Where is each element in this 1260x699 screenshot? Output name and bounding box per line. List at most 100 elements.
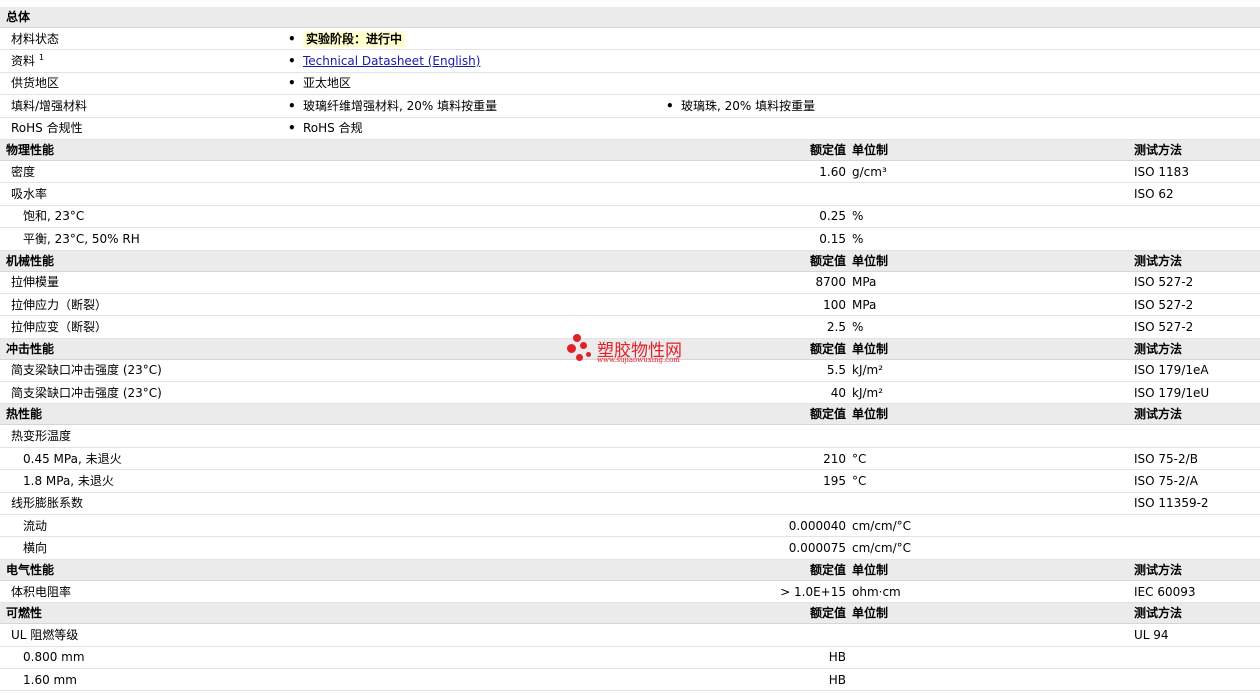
rohs-text: RoHS 合规 (303, 121, 363, 136)
property-value: 100 (823, 297, 846, 312)
property-value: 0.000075 (788, 541, 846, 556)
property-label: 1.8 MPa, 未退火 (23, 473, 114, 488)
test-method: ISO 527-2 (1134, 275, 1194, 290)
section-header-electrical: 电气性能 额定值 单位制 测试方法 (0, 559, 1260, 581)
filler-value-1: 玻璃纤维增强材料, 20% 填料按重量 (288, 99, 497, 113)
property-label: 1.60 mm (23, 672, 77, 687)
property-label: 吸水率 (11, 187, 48, 202)
section-header-thermal: 热性能 额定值 单位制 测试方法 (0, 404, 1260, 426)
section-header-flammability: 可燃性 额定值 单位制 测试方法 (0, 603, 1260, 625)
row-label: 供货地区 (11, 76, 60, 91)
section-title: 热性能 (6, 407, 43, 422)
property-label: 体积电阻率 (11, 584, 72, 599)
test-method: ISO 62 (1134, 187, 1174, 202)
section-header-physical: 物理性能 额定值 单位制 测试方法 (0, 139, 1260, 161)
column-header-unit: 单位制 (852, 253, 889, 268)
column-header-method: 测试方法 (1134, 253, 1183, 268)
test-method: UL 94 (1134, 627, 1169, 642)
column-header-method: 测试方法 (1134, 142, 1183, 157)
column-header-unit: 单位制 (852, 142, 889, 157)
filler-text-1: 玻璃纤维增强材料, 20% 填料按重量 (303, 98, 498, 113)
column-header-unit: 单位制 (852, 562, 889, 577)
watermark-url: www.sujiaowuxing.com (597, 356, 680, 364)
column-header-nominal: 额定值 (809, 606, 846, 621)
footnote-marker: 1 (38, 53, 44, 63)
property-label: UL 阻燃等级 (11, 627, 79, 642)
property-label: 流动 (23, 518, 48, 533)
test-method: ISO 179/1eU (1134, 385, 1210, 400)
logo-dot-icon (586, 352, 591, 357)
property-unit: g/cm³ (852, 164, 887, 179)
property-label: 拉伸应变（断裂） (11, 319, 108, 334)
row-rohs: RoHS 合规性 RoHS 合规 (0, 118, 1260, 140)
column-header-nominal: 额定值 (809, 142, 846, 157)
property-label: 简支梁缺口冲击强度 (23°C) (11, 363, 162, 378)
availability-text: 亚太地区 (303, 76, 352, 91)
property-value: 0.25 (819, 209, 846, 224)
row-availability: 供货地区 亚太地区 (0, 73, 1260, 96)
property-value: > 1.0E+15 (780, 584, 846, 599)
test-method: ISO 11359-2 (1134, 496, 1209, 511)
table-row: 线形膨胀系数 ISO 11359-2 (0, 493, 1260, 516)
property-label: 饱和, 23°C (23, 209, 85, 224)
property-value: 0.000040 (788, 518, 846, 533)
row-info: 资料 1 Technical Datasheet (English) (0, 50, 1260, 73)
info-value: Technical Datasheet (English) (288, 54, 480, 68)
property-value: 210 (823, 451, 846, 466)
property-label: 拉伸模量 (11, 275, 60, 290)
property-unit: MPa (852, 275, 877, 290)
row-label: RoHS 合规性 (11, 121, 83, 136)
column-header-nominal: 额定值 (809, 562, 846, 577)
table-row: 密度 1.60 g/cm³ ISO 1183 (0, 161, 1260, 184)
test-method: ISO 527-2 (1134, 319, 1194, 334)
property-unit: ohm·cm (852, 584, 901, 599)
table-row: 热变形温度 (0, 425, 1260, 448)
section-title: 总体 (6, 10, 31, 24)
column-header-nominal: 额定值 (809, 253, 846, 268)
property-unit: % (852, 209, 864, 224)
test-method: ISO 527-2 (1134, 297, 1194, 312)
property-unit: cm/cm/°C (852, 518, 912, 533)
property-unit: MPa (852, 297, 877, 312)
logo-dot-icon (573, 334, 581, 342)
column-header-method: 测试方法 (1134, 341, 1183, 356)
property-value: 1.60 (819, 164, 846, 179)
property-label: 线形膨胀系数 (11, 496, 84, 511)
property-value: 0.15 (819, 231, 846, 246)
datasheet-link[interactable]: Technical Datasheet (English) (303, 54, 480, 68)
property-value: 8700 (815, 275, 846, 290)
status-badge: 实验阶段：进行中 (303, 30, 406, 47)
status-value: 实验阶段：进行中 (288, 30, 406, 47)
table-row: 吸水率 ISO 62 (0, 183, 1260, 206)
property-unit: °C (852, 451, 867, 466)
logo-dot-icon (576, 354, 583, 361)
section-header-general: 总体 (0, 7, 1260, 28)
table-row: 饱和, 23°C 0.25 % (0, 206, 1260, 229)
property-label: 0.800 mm (23, 650, 85, 665)
test-method: ISO 1183 (1134, 164, 1189, 179)
filler-text-2: 玻璃珠, 20% 填料按重量 (681, 98, 816, 113)
property-label: 0.45 MPa, 未退火 (23, 451, 122, 466)
property-label: 拉伸应力（断裂） (11, 297, 108, 312)
section-title: 机械性能 (6, 253, 55, 268)
table-row: UL 阻燃等级 UL 94 (0, 624, 1260, 647)
section-title: 物理性能 (6, 142, 55, 157)
column-header-unit: 单位制 (852, 407, 889, 422)
table-row: 简支梁缺口冲击强度 (23°C) 40 kJ/m² ISO 179/1eU (0, 382, 1260, 405)
test-method: ISO 179/1eA (1134, 363, 1209, 378)
table-row: 体积电阻率 > 1.0E+15 ohm·cm IEC 60093 (0, 581, 1260, 604)
table-row: 拉伸模量 8700 MPa ISO 527-2 (0, 272, 1260, 294)
property-unit: cm/cm/°C (852, 541, 912, 556)
row-label: 填料/增强材料 (11, 98, 88, 113)
property-value: 40 (830, 385, 846, 400)
column-header-unit: 单位制 (852, 606, 889, 621)
property-unit: °C (852, 473, 867, 488)
property-value: HB (828, 672, 846, 687)
property-unit: kJ/m² (852, 363, 884, 378)
property-label: 热变形温度 (11, 429, 72, 444)
column-header-unit: 单位制 (852, 341, 889, 356)
property-unit: kJ/m² (852, 385, 884, 400)
section-title: 可燃性 (6, 606, 43, 621)
table-row: 0.45 MPa, 未退火 210 °C ISO 75-2/B (0, 448, 1260, 471)
row-label: 材料状态 (11, 31, 60, 46)
